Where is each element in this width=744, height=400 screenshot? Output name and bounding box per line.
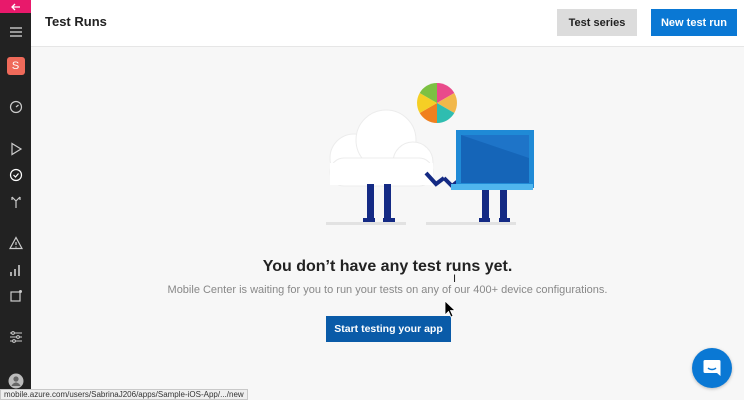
test-series-button[interactable]: Test series — [557, 9, 637, 36]
sidebar-item-dashboard[interactable] — [0, 95, 31, 119]
browser-status-url: mobile.azure.com/users/SabrinaJ206/apps/… — [0, 389, 248, 400]
back-button[interactable] — [0, 0, 31, 13]
build-play-icon — [10, 142, 22, 156]
chat-support-button[interactable] — [692, 348, 732, 388]
sidebar-item-test[interactable] — [0, 163, 31, 187]
monitor-character — [451, 130, 534, 190]
sidebar-item-analytics[interactable] — [0, 258, 31, 282]
pie-chart-balloon — [417, 83, 457, 123]
analytics-bars-icon — [9, 265, 20, 276]
crashes-warning-icon — [8, 236, 23, 250]
sidebar-item-crashes[interactable] — [0, 231, 31, 255]
settings-sliders-icon — [9, 331, 22, 343]
app-avatar-button[interactable]: S — [0, 54, 31, 78]
main-content: You don’t have any test runs yet. Mobile… — [31, 48, 744, 400]
user-profile-icon — [8, 373, 23, 389]
sidebar-item-push[interactable] — [0, 284, 31, 308]
push-icon — [9, 290, 22, 302]
left-sidebar: S — [0, 0, 31, 400]
hamburger-menu-icon — [9, 27, 22, 37]
distribute-icon — [10, 196, 21, 208]
sidebar-item-build[interactable] — [0, 137, 31, 161]
app-avatar: S — [6, 57, 25, 75]
test-check-icon — [9, 168, 22, 182]
mouse-pointer-icon — [444, 300, 456, 318]
chat-bubble-icon — [703, 360, 721, 376]
page-title: Test Runs — [45, 14, 107, 29]
start-testing-button[interactable]: Start testing your app — [326, 316, 451, 342]
text-cursor-icon: I — [453, 273, 457, 285]
page-header: Test Runs Test series New test run — [31, 0, 744, 47]
hamburger-menu-button[interactable] — [0, 20, 31, 44]
empty-state-subtitle: Mobile Center is waiting for you to run … — [167, 284, 608, 296]
arrow-left-icon — [10, 3, 20, 10]
sidebar-item-distribute[interactable] — [0, 190, 31, 214]
dashboard-gauge-icon — [9, 100, 22, 114]
new-test-run-button[interactable]: New test run — [651, 9, 737, 36]
empty-state-title: You don’t have any test runs yet. — [262, 258, 513, 275]
empty-state-illustration — [326, 83, 534, 225]
sidebar-item-settings[interactable] — [0, 325, 31, 349]
